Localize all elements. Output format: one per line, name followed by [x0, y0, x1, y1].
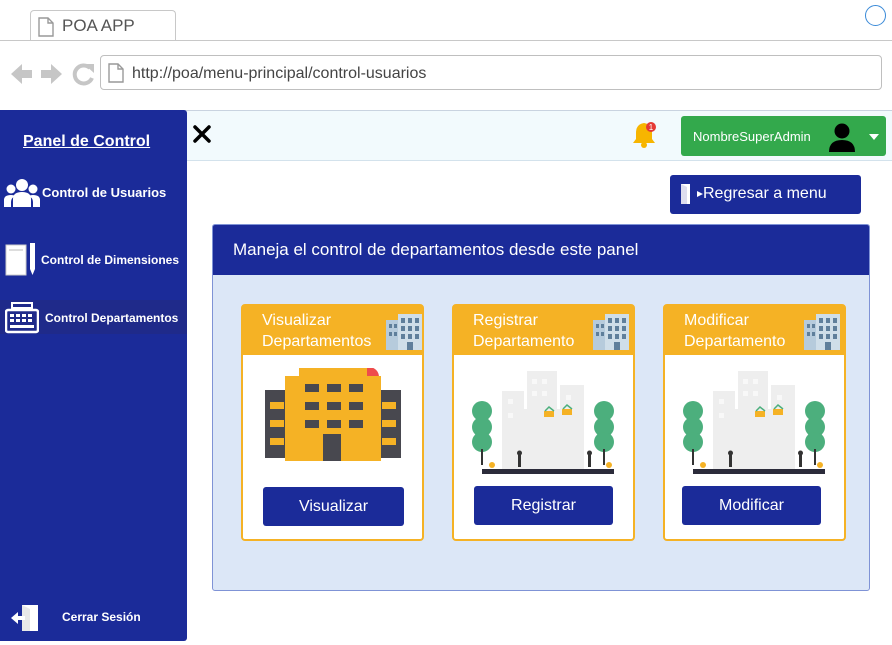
forward-arrow-icon[interactable]	[41, 64, 62, 84]
app-window: POA APP http://poa/menu-principal/contro…	[0, 0, 892, 645]
browser-nav-buttons	[11, 63, 94, 86]
city-park-illustration	[472, 371, 614, 474]
back-arrow-icon[interactable]	[11, 64, 32, 84]
page-icon	[108, 63, 124, 83]
card-header: Visualizar Departamentos	[243, 306, 422, 355]
address-bar[interactable]: http://poa/menu-principal/control-usuari…	[100, 55, 882, 90]
card-header: Registrar Departamento	[454, 306, 633, 355]
city-park-illustration	[683, 371, 825, 474]
back-to-menu-button[interactable]: Regresar a menu	[670, 175, 861, 214]
card-title-line2: Departamento	[473, 333, 575, 350]
office-building-icon	[593, 314, 629, 350]
sidebar-item-control-departamentos[interactable]: Control Departamentos	[0, 300, 187, 334]
card-title-line1: Visualizar	[262, 312, 332, 329]
logout-icon	[11, 605, 38, 631]
visualizar-button[interactable]: Visualizar	[263, 487, 404, 526]
users-icon	[4, 179, 40, 207]
user-menu-button[interactable]: NombreSuperAdmin	[681, 116, 886, 156]
reload-icon[interactable]	[72, 63, 94, 86]
modificar-button[interactable]: Modificar	[682, 486, 821, 525]
card-visualizar: Visualizar Departamentos Visualizar	[241, 304, 424, 541]
chevron-down-icon	[869, 134, 879, 140]
panel-title: Maneja el control de departamentos desde…	[233, 240, 639, 259]
sidebar-item-control-usuarios[interactable]: Control de Usuarios	[0, 176, 187, 212]
logout-label: Cerrar Sesión	[62, 610, 141, 624]
card-modificar: Modificar Departamento Modificar	[663, 304, 846, 541]
sidebar-item-label: Control Departamentos	[45, 311, 179, 325]
top-bar: 1 NombreSuperAdmin	[187, 111, 892, 161]
sidebar: Panel de Control Control de Usuarios Con…	[0, 110, 187, 641]
browser-tab[interactable]: POA APP	[30, 10, 176, 41]
registrar-button[interactable]: Registrar	[474, 486, 613, 525]
sidebar-title[interactable]: Panel de Control	[23, 133, 150, 151]
exit-door-icon	[681, 184, 703, 204]
department-building-illustration	[265, 368, 401, 461]
logout-button[interactable]: Cerrar Sesión	[0, 602, 187, 634]
card-header: Modificar Departamento	[665, 306, 844, 355]
tab-divider	[0, 40, 892, 41]
office-building-icon	[804, 314, 840, 350]
url-text: http://poa/menu-principal/control-usuari…	[132, 65, 427, 82]
close-icon[interactable]	[191, 123, 213, 145]
notification-bell-icon[interactable]: 1	[630, 119, 660, 149]
document-pen-icon	[5, 243, 35, 276]
card-title-line1: Registrar	[473, 312, 538, 329]
register-icon	[5, 302, 39, 334]
window-control-icon[interactable]	[865, 5, 886, 26]
user-name: NombreSuperAdmin	[693, 129, 811, 144]
page-icon	[38, 17, 54, 37]
avatar-icon	[829, 123, 855, 152]
card-title-line2: Departamentos	[262, 333, 372, 350]
sidebar-item-control-dimensiones[interactable]: Control de Dimensiones	[0, 240, 187, 278]
office-building-icon	[386, 314, 422, 350]
panel-header: Maneja el control de departamentos desde…	[213, 225, 869, 275]
sidebar-item-label: Control de Dimensiones	[41, 253, 180, 267]
sidebar-item-label: Control de Usuarios	[42, 185, 167, 200]
card-title-line1: Modificar	[684, 312, 749, 329]
card-registrar: Registrar Departamento Registrar	[452, 304, 635, 541]
card-title-line2: Departamento	[684, 333, 786, 350]
notification-count: 1	[649, 123, 654, 132]
back-to-menu-label: Regresar a menu	[703, 185, 827, 202]
departments-panel: Maneja el control de departamentos desde…	[212, 224, 870, 591]
tab-title: POA APP	[62, 16, 135, 35]
